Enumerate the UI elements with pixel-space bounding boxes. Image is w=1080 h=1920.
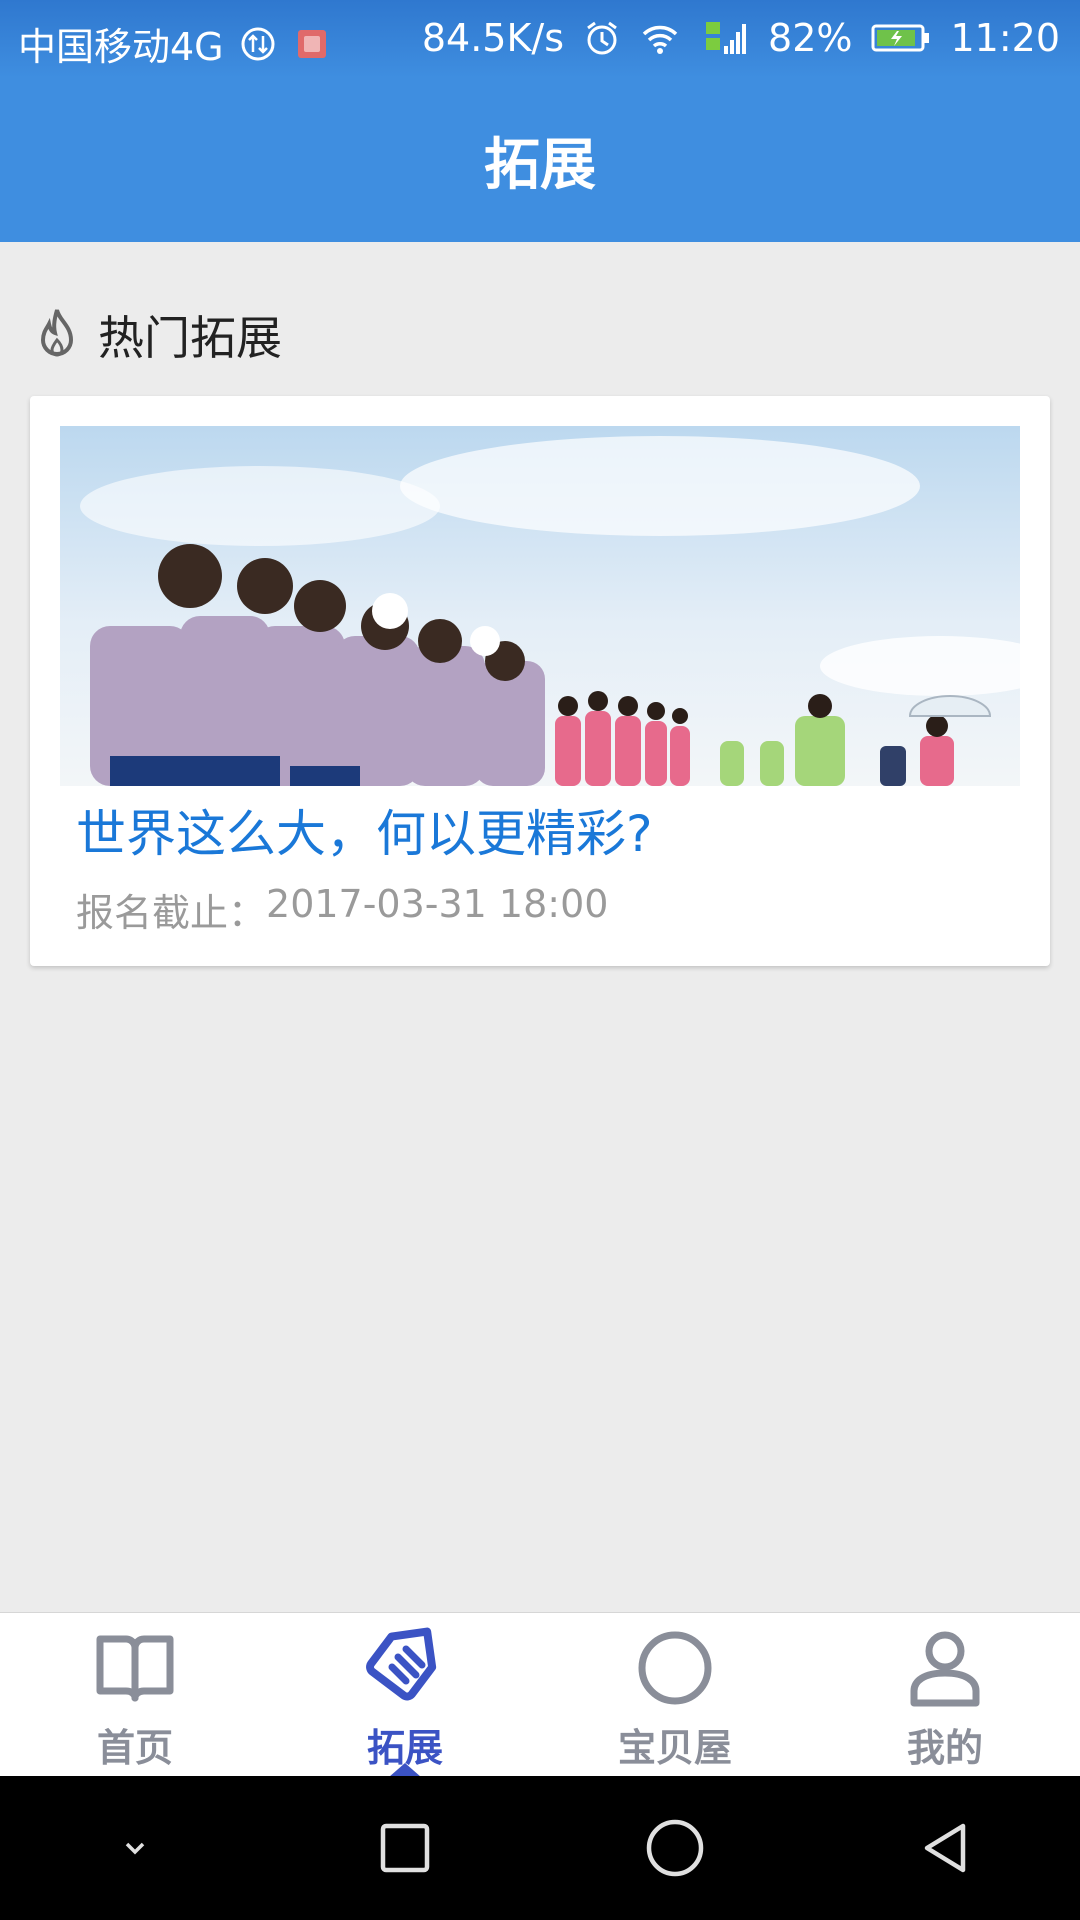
battery-percent: 82% (768, 16, 853, 60)
hide-nav-button[interactable] (95, 1808, 175, 1888)
deadline-label: 报名截止： (76, 891, 267, 935)
bottom-nav: 首页 拓展 宝贝屋 我的 (0, 1612, 1080, 1777)
activity-card[interactable]: 世界这么大，何以更精彩? 报名截止： 2017-03-31 18:00 (30, 396, 1050, 966)
circle-icon (638, 1631, 712, 1705)
battery-icon (871, 24, 930, 52)
tab-home[interactable]: 首页 (0, 1613, 270, 1777)
square-icon (380, 1823, 430, 1873)
alarm-icon (587, 21, 617, 55)
carrier-label: 中国移动4G (18, 25, 224, 69)
section-header: 热门拓展 (30, 300, 282, 370)
tab-expand[interactable]: 拓展 (270, 1613, 540, 1777)
network-speed: 84.5K/s (421, 16, 565, 60)
tab-baby-house[interactable]: 宝贝屋 (540, 1613, 810, 1777)
flame-icon (40, 309, 74, 357)
triangle-back-icon (924, 1823, 966, 1873)
app-bar: 拓展 (0, 78, 1080, 242)
notification-app-icon (297, 29, 326, 58)
system-nav-bar (0, 1776, 1080, 1920)
section-title: 热门拓展 (98, 311, 282, 365)
page-title: 拓展 (484, 132, 596, 198)
tab-home-label: 首页 (96, 1726, 173, 1770)
cellular-signal-icon (706, 22, 747, 54)
activity-deadline: 报名截止： 2017-03-31 18:00 (76, 882, 608, 937)
tab-mine-label: 我的 (906, 1726, 983, 1770)
recent-apps-button[interactable] (365, 1808, 445, 1888)
clock: 11:20 (950, 16, 1060, 60)
circle-home-icon (646, 1819, 704, 1877)
tag-icon (366, 1627, 437, 1701)
activity-title[interactable]: 世界这么大，何以更精彩? (76, 794, 653, 866)
home-button[interactable] (635, 1808, 715, 1888)
deadline-value: 2017-03-31 18:00 (266, 882, 609, 926)
wifi-icon (642, 25, 678, 54)
data-transfer-icon (241, 27, 275, 60)
status-bar: 中国移动4G 84.5K/s 82% 11:20 (0, 0, 1080, 78)
tab-baby-house-label: 宝贝屋 (617, 1726, 732, 1770)
active-tab-indicator (389, 1763, 421, 1777)
back-button[interactable] (905, 1808, 985, 1888)
person-icon (910, 1631, 980, 1707)
chevron-down-icon (125, 1842, 145, 1855)
book-icon (96, 1635, 174, 1702)
activity-photo (60, 426, 1020, 786)
tab-mine[interactable]: 我的 (810, 1613, 1080, 1777)
